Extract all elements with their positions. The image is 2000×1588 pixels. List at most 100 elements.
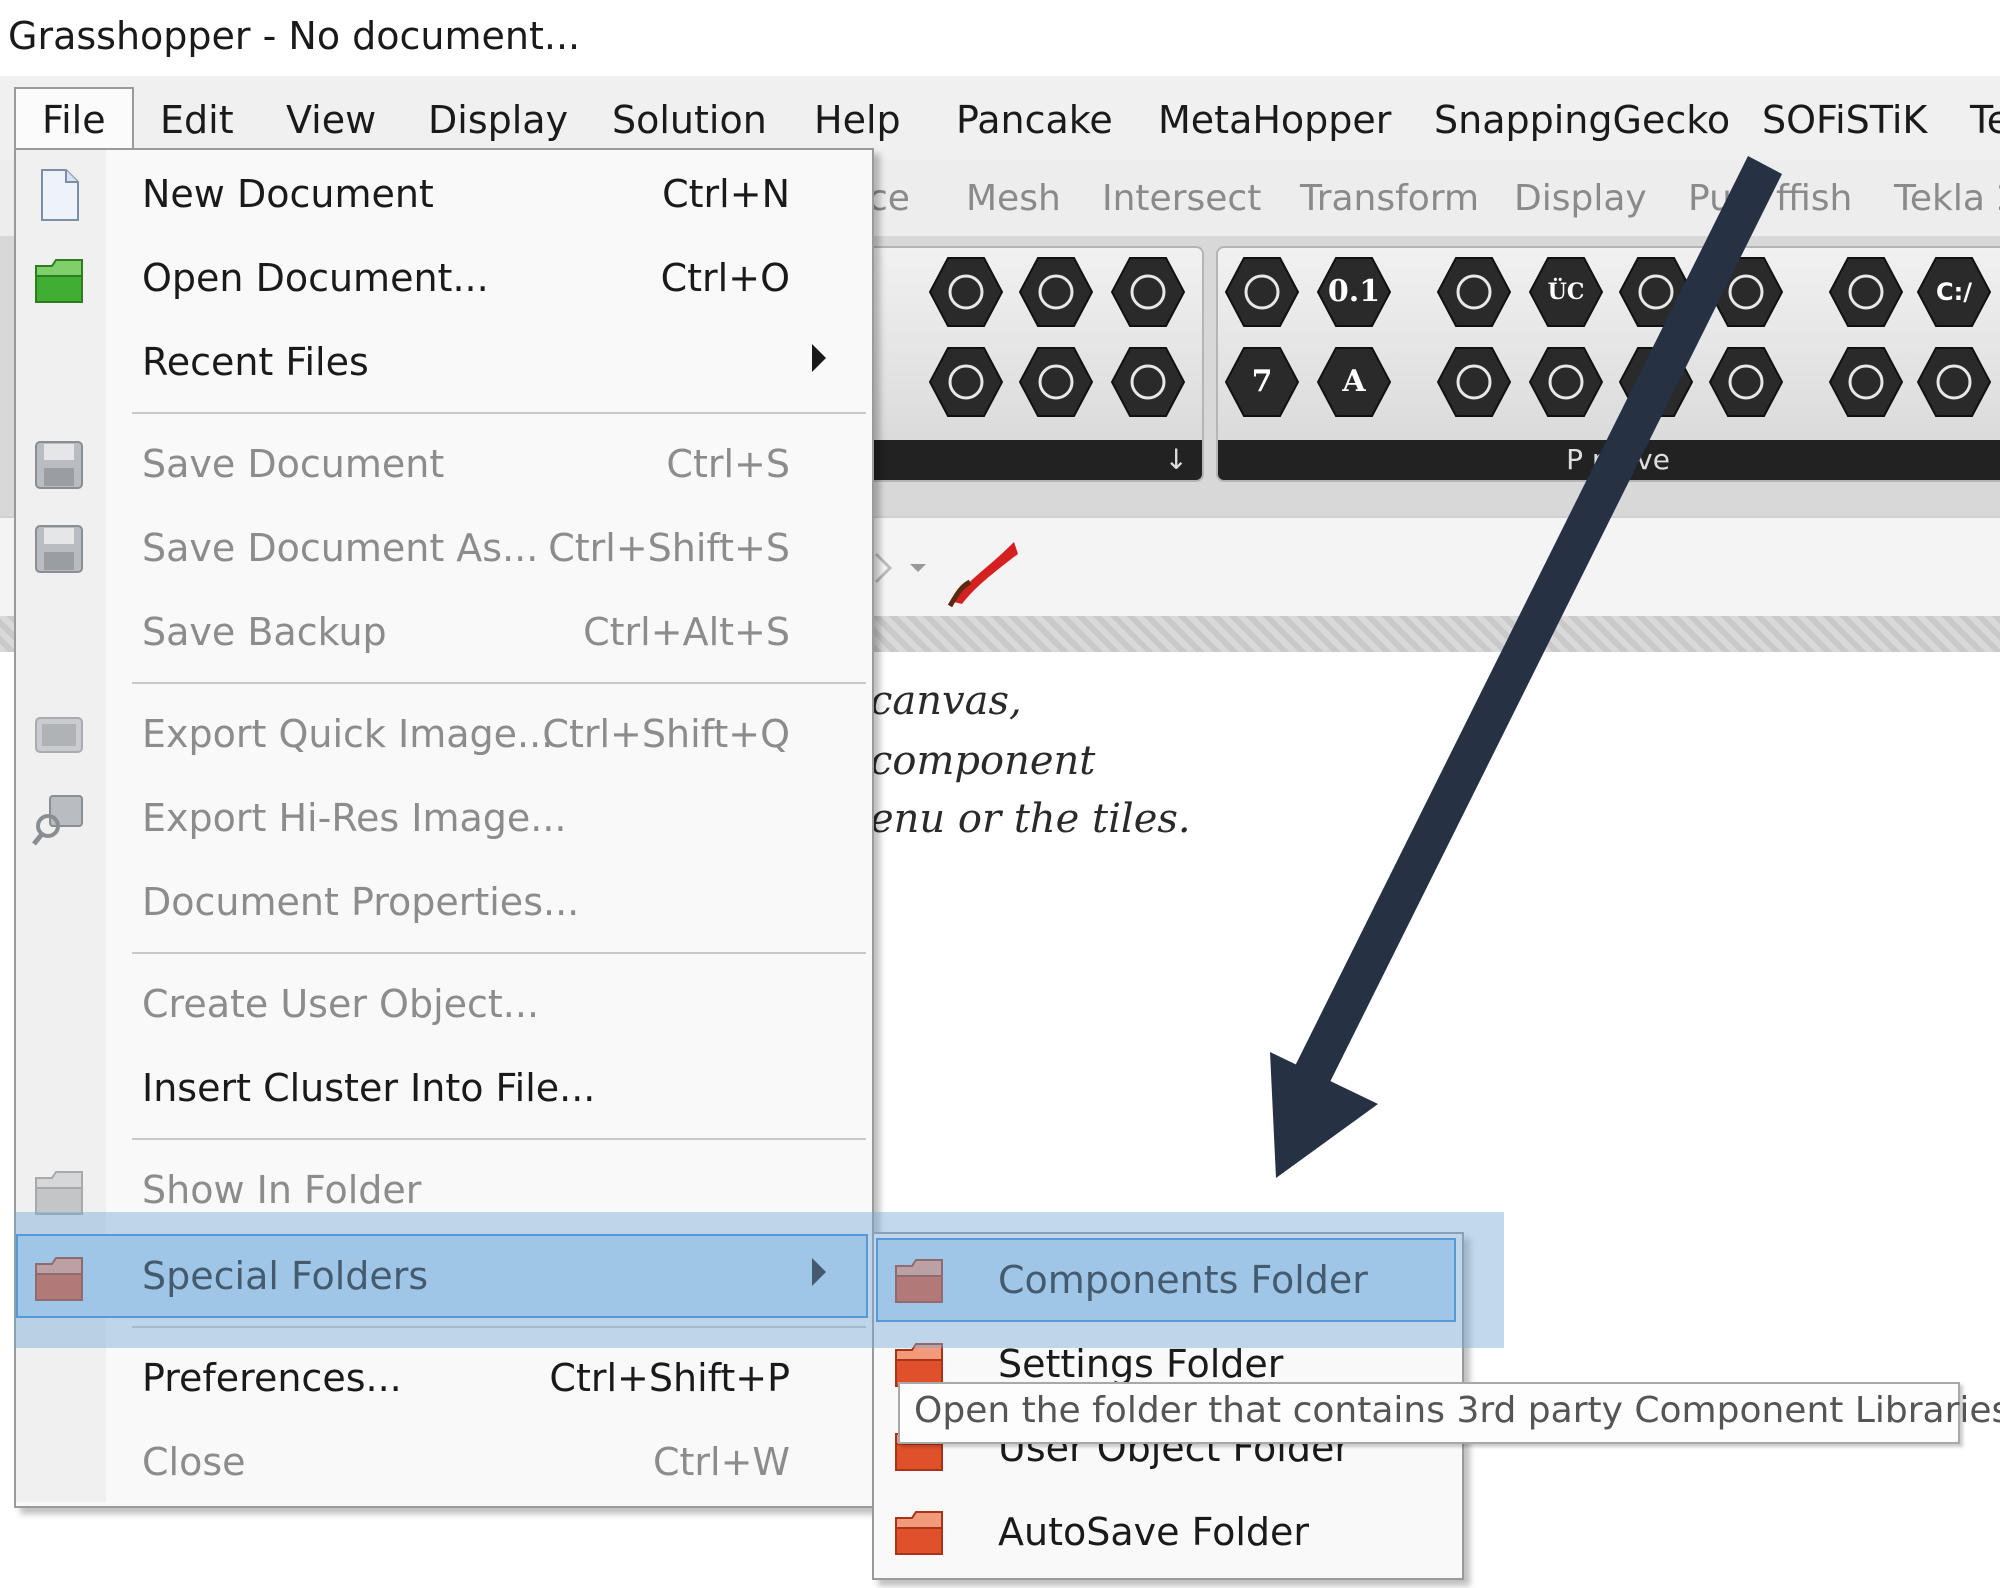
menu-tekla[interactable]: Te — [1970, 98, 2000, 142]
move-component-icon[interactable] — [1018, 254, 1094, 330]
submenu-item-label: AutoSave Folder — [998, 1510, 1310, 1554]
menu-item-open-document[interactable]: Open Document... Ctrl+O — [16, 236, 868, 320]
integer-component-icon[interactable]: 7 — [1224, 344, 1300, 420]
tab-transform[interactable]: Transform — [1300, 178, 1479, 219]
menu-item-export-quick-image[interactable]: Export Quick Image... Ctrl+Shift+Q — [16, 692, 868, 776]
hexagon-shape — [1828, 347, 1904, 417]
hexagon-shape — [1436, 347, 1512, 417]
hatch-component-icon[interactable] — [1828, 254, 1904, 330]
tab-mesh[interactable]: Mesh — [966, 178, 1061, 219]
culture-component-icon[interactable]: ÜC — [1528, 254, 1604, 330]
export-hires-icon — [32, 795, 83, 846]
open-folder-icon — [35, 259, 83, 303]
menu-item-label: Create User Object... — [142, 982, 540, 1026]
menu-item-new-document[interactable]: New Document Ctrl+N — [16, 152, 868, 236]
components-folder-icon — [895, 1259, 943, 1303]
menu-item-save-document-as[interactable]: Save Document As... Ctrl+Shift+S — [16, 506, 868, 590]
menu-item-export-hires-image[interactable]: Export Hi-Res Image... — [16, 776, 868, 860]
submenu-arrow-icon — [812, 1258, 826, 1286]
menu-display[interactable]: Display — [428, 98, 568, 142]
menu-file[interactable]: File — [42, 98, 106, 142]
canvas-hint-line-1: canvas, — [870, 678, 1022, 724]
menu-help[interactable]: Help — [814, 98, 901, 142]
dropdown-arrow-icon[interactable] — [906, 558, 930, 578]
swirl-component-icon[interactable] — [1110, 344, 1186, 420]
integer-icon-label: 7 — [1251, 364, 1273, 399]
hexagon-shape — [1528, 347, 1604, 417]
menu-item-shortcut: Ctrl+Shift+S — [548, 526, 790, 570]
menu-item-label: New Document — [142, 172, 434, 216]
matrix-component-icon[interactable] — [1708, 254, 1784, 330]
menu-sofistik[interactable]: SOFiSTiK — [1762, 98, 1927, 142]
menu-separator — [132, 412, 866, 414]
menu-pancake[interactable]: Pancake — [956, 98, 1113, 142]
submenu-item-components-folder[interactable]: Components Folder — [876, 1238, 1456, 1322]
menu-item-preferences[interactable]: Preferences... Ctrl+Shift+P — [16, 1336, 868, 1420]
menu-item-shortcut: Ctrl+Alt+S — [583, 610, 790, 654]
menu-item-label: Export Hi-Res Image... — [142, 796, 567, 840]
tab-pufferfish-a[interactable]: Pu — [1688, 178, 1732, 219]
hexagon-shape — [1708, 347, 1784, 417]
menu-item-label: Close — [142, 1440, 246, 1484]
hexagon-shape — [1018, 257, 1094, 327]
vector-component-icon[interactable] — [1436, 344, 1512, 420]
tooltip: Open the folder that contains 3rd party … — [898, 1382, 2000, 1444]
tab-surface[interactable]: ce — [868, 178, 910, 219]
menu-edit[interactable]: Edit — [160, 98, 234, 142]
menu-item-document-properties[interactable]: Document Properties... — [16, 860, 868, 944]
menu-item-recent-files[interactable]: Recent Files — [16, 320, 868, 404]
tab-display[interactable]: Display — [1514, 178, 1647, 219]
submenu-item-autosave-folder[interactable]: AutoSave Folder — [876, 1490, 1456, 1574]
number-icon-label: 0.1 — [1327, 274, 1381, 309]
menu-item-shortcut: Ctrl+S — [666, 442, 790, 486]
menu-item-create-user-object[interactable]: Create User Object... — [16, 962, 868, 1046]
folder-icon — [35, 1171, 83, 1215]
text-icon-label: A — [1342, 364, 1366, 399]
sphere-component-icon[interactable] — [1916, 344, 1992, 420]
menu-item-label: Save Document — [142, 442, 445, 486]
path-component-icon[interactable]: C:/ — [1916, 254, 1992, 330]
menu-snappinggecko[interactable]: SnappingGecko — [1434, 98, 1730, 142]
menu-item-special-folders[interactable]: Special Folders — [16, 1234, 868, 1318]
panel-title: P nitive — [1218, 440, 2000, 480]
number-component-icon[interactable]: 0.1 — [1316, 254, 1392, 330]
burst-component-icon[interactable] — [1436, 254, 1512, 330]
save-as-icon — [35, 525, 83, 573]
menu-separator — [132, 1326, 866, 1328]
hexagon-shape — [1224, 257, 1300, 327]
hexagon-shape — [1828, 257, 1904, 327]
time-component-icon[interactable] — [1708, 344, 1784, 420]
submenu-arrow-icon — [812, 344, 826, 372]
hexagon-shape — [1436, 257, 1512, 327]
menu-metahopper[interactable]: MetaHopper — [1158, 98, 1391, 142]
menu-view[interactable]: View — [286, 98, 376, 142]
dropdown-chevron-icon[interactable] — [868, 548, 908, 588]
menu-item-insert-cluster[interactable]: Insert Cluster Into File... — [16, 1046, 868, 1130]
new-document-icon — [41, 169, 79, 221]
tab-intersect[interactable]: Intersect — [1102, 178, 1261, 219]
magnet-component-icon[interactable] — [928, 254, 1004, 330]
spiral-component-icon[interactable] — [928, 344, 1004, 420]
menu-item-show-in-folder[interactable]: Show In Folder — [16, 1148, 868, 1232]
wave-component-icon[interactable] — [1018, 344, 1094, 420]
grid-component-icon[interactable] — [1618, 254, 1694, 330]
tab-tekla[interactable]: Tekla 2 — [1894, 178, 2000, 219]
path-icon-label: C:/ — [1936, 278, 1972, 306]
panel-expand-icon[interactable]: ↓ — [822, 440, 1202, 480]
menu-item-label: Insert Cluster Into File... — [142, 1066, 596, 1110]
domain-component-icon[interactable] — [1528, 344, 1604, 420]
sketch-pen-icon[interactable] — [944, 532, 1024, 612]
menu-solution[interactable]: Solution — [612, 98, 767, 142]
text-component-icon[interactable]: A — [1316, 344, 1392, 420]
menu-item-save-backup[interactable]: Save Backup Ctrl+Alt+S — [16, 590, 868, 674]
menu-item-save-document[interactable]: Save Document Ctrl+S — [16, 422, 868, 506]
circle-component-icon[interactable] — [1224, 254, 1300, 330]
hexagon-shape — [1110, 257, 1186, 327]
interval-component-icon[interactable] — [1618, 344, 1694, 420]
tree-component-icon[interactable] — [1828, 344, 1904, 420]
menu-separator — [132, 952, 866, 954]
hexagon-shape — [928, 257, 1004, 327]
tab-pufferfish-b[interactable]: ffish — [1776, 178, 1852, 219]
scale-component-icon[interactable] — [1110, 254, 1186, 330]
menu-item-close[interactable]: Close Ctrl+W — [16, 1420, 868, 1504]
